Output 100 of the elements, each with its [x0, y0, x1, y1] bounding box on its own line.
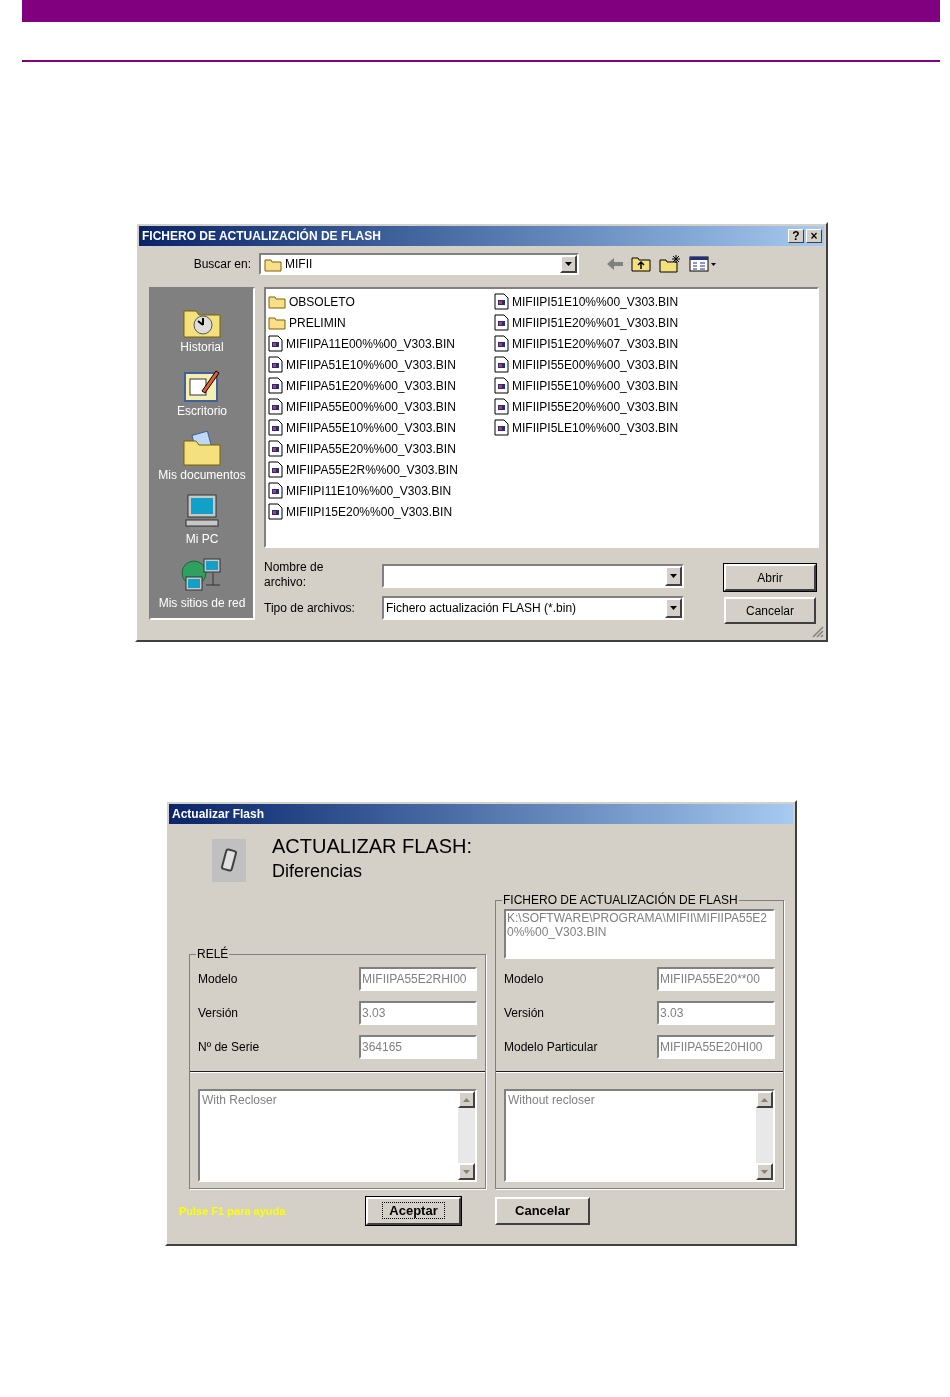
dropdown-button[interactable] [665, 598, 682, 618]
scroll-up-button[interactable] [756, 1091, 773, 1108]
place-label: Mi PC [185, 531, 219, 547]
file-icon [494, 398, 509, 415]
file-icon [268, 377, 283, 394]
text-field[interactable]: 3.03 [657, 1001, 775, 1025]
caret-icon [670, 574, 677, 578]
file-icon [494, 419, 509, 436]
file-item[interactable]: MIFIIPA55E2R%%00_V303.BIN [268, 459, 494, 480]
field-label: Modelo Particular [504, 1039, 598, 1056]
file-item[interactable]: MIFIIPI55E10%%00_V303.BIN [494, 375, 720, 396]
file-item[interactable]: MIFIIPI11E10%%00_V303.BIN [268, 480, 494, 501]
help-button[interactable]: ? [788, 229, 804, 243]
text-field[interactable]: 364165 [359, 1035, 477, 1059]
caret-icon [565, 262, 572, 266]
file-name-field[interactable] [382, 564, 684, 588]
memory-chip-icon [212, 839, 246, 882]
text-field[interactable]: MIFIIPA55E20HI00 [657, 1035, 775, 1059]
file-item[interactable]: MIFIIPI55E20%%00_V303.BIN [494, 396, 720, 417]
down-arrow-icon [761, 1169, 768, 1174]
file-type-dropdown[interactable]: Fichero actualización FLASH (*.bin) [382, 596, 684, 620]
file-item[interactable]: MIFIIPI15E20%%00_V303.BIN [268, 501, 494, 522]
resize-grip-icon[interactable] [812, 626, 824, 638]
file-name: OBSOLETO [289, 293, 355, 311]
file-item[interactable]: MIFIIPA55E10%%00_V303.BIN [268, 417, 494, 438]
notes-text: With Recloser [201, 1092, 278, 1109]
file-icon [494, 293, 509, 310]
scroll-bar[interactable] [756, 1091, 773, 1180]
file-item[interactable]: MIFIIPA51E20%%00_V303.BIN [268, 375, 494, 396]
look-in-value: MIFII [285, 256, 314, 273]
notes-box[interactable]: With Recloser [198, 1089, 477, 1182]
dropdown-button[interactable] [665, 566, 682, 586]
cancel-button[interactable]: Cancelar [495, 1197, 590, 1225]
dropdown-button[interactable] [560, 255, 577, 273]
new-folder-icon[interactable] [659, 255, 681, 273]
file-name: MIFIIPI51E20%%07_V303.BIN [512, 335, 679, 353]
file-name: MIFIIPA55E00%%00_V303.BIN [286, 398, 456, 416]
field-label: Nº de Serie [198, 1039, 260, 1056]
up-folder-icon[interactable] [631, 256, 651, 272]
accept-button[interactable]: Aceptar [366, 1197, 461, 1225]
documents-folder-icon [182, 431, 222, 467]
scroll-down-button[interactable] [458, 1163, 475, 1180]
look-in-dropdown[interactable]: MIFII [259, 253, 579, 275]
field-label: Versión [198, 1005, 239, 1022]
file-icon [268, 503, 283, 520]
view-menu-icon[interactable] [689, 256, 717, 272]
file-name: PRELIMIN [289, 314, 346, 332]
dialog-subheading: Diferencias [272, 860, 364, 883]
cancel-button[interactable]: Cancelar [724, 597, 816, 624]
file-item[interactable]: MIFIIPA55E20%%00_V303.BIN [268, 438, 494, 459]
file-item[interactable]: MIFIIPI5LE10%%00_V303.BIN [494, 417, 720, 438]
file-icon [268, 335, 283, 352]
file-item[interactable]: MIFIIPA11E00%%00_V303.BIN [268, 333, 494, 354]
file-name: MIFIIPA11E00%%00_V303.BIN [286, 335, 455, 353]
file-name: MIFIIPA55E2R%%00_V303.BIN [286, 461, 458, 479]
place-item[interactable]: Mis documentos [151, 423, 253, 483]
open-folder-icon [264, 256, 282, 272]
dialog-heading: ACTUALIZAR FLASH: [272, 834, 473, 859]
text-field[interactable]: MIFIIPA55E20**00 [657, 967, 775, 991]
place-item[interactable]: Mi PC [151, 487, 253, 547]
open-button[interactable]: Abrir [724, 564, 816, 591]
file-icon [268, 419, 283, 436]
close-button[interactable]: × [806, 229, 822, 243]
field-label: Modelo [504, 971, 544, 988]
scroll-up-button[interactable] [458, 1091, 475, 1108]
file-item[interactable]: PRELIMIN [268, 312, 494, 333]
help-hint: Pulse F1 para ayuda [179, 1203, 287, 1219]
back-arrow-icon[interactable] [607, 258, 623, 270]
file-item[interactable]: MIFIIPA55E00%%00_V303.BIN [268, 396, 494, 417]
place-item[interactable]: Historial [151, 295, 253, 355]
file-name: MIFIIPI51E20%%01_V303.BIN [512, 314, 679, 332]
file-item[interactable]: MIFIIPI51E20%%01_V303.BIN [494, 312, 720, 333]
file-name: MIFIIPI51E10%%00_V303.BIN [512, 293, 679, 311]
file-item[interactable]: MIFIIPI51E20%%07_V303.BIN [494, 333, 720, 354]
field-label: Versión [504, 1005, 545, 1022]
file-item[interactable]: MIFIIPI51E10%%00_V303.BIN [494, 291, 720, 312]
file-item[interactable]: MIFIIPI55E00%%00_V303.BIN [494, 354, 720, 375]
look-in-label: Buscar en: [192, 256, 252, 273]
place-item[interactable]: Escritorio [151, 359, 253, 419]
file-name: MIFIIPA55E10%%00_V303.BIN [286, 419, 456, 437]
place-label: Historial [180, 339, 224, 355]
file-name-label: Nombre de archivo: [264, 560, 325, 590]
file-name: MIFIIPI55E00%%00_V303.BIN [512, 356, 679, 374]
text-field[interactable]: MIFIIPA55E2RHI00 [359, 967, 477, 991]
file-icon [268, 461, 283, 478]
group-label: RELÉ [196, 945, 230, 963]
path-field: K:\SOFTWARE\PROGRAMA\MIFII\MIFIIPA55E20%%00_V303.BIN [504, 909, 775, 959]
down-arrow-icon [463, 1169, 470, 1174]
file-icon [494, 314, 509, 331]
notes-box[interactable]: Without recloser [504, 1089, 775, 1182]
file-name: MIFIIPI11E10%%00_V303.BIN [286, 482, 452, 500]
text-field[interactable]: 3.03 [359, 1001, 477, 1025]
file-name: MIFIIPA55E20%%00_V303.BIN [286, 440, 456, 458]
file-type-value: Fichero actualización FLASH (*.bin) [385, 600, 578, 617]
file-name: MIFIIPI55E20%%00_V303.BIN [512, 398, 679, 416]
place-item[interactable]: Mis sitios de red [151, 551, 253, 611]
scroll-down-button[interactable] [756, 1163, 773, 1180]
file-item[interactable]: MIFIIPA51E10%%00_V303.BIN [268, 354, 494, 375]
scroll-bar[interactable] [458, 1091, 475, 1180]
file-item[interactable]: OBSOLETO [268, 291, 494, 312]
